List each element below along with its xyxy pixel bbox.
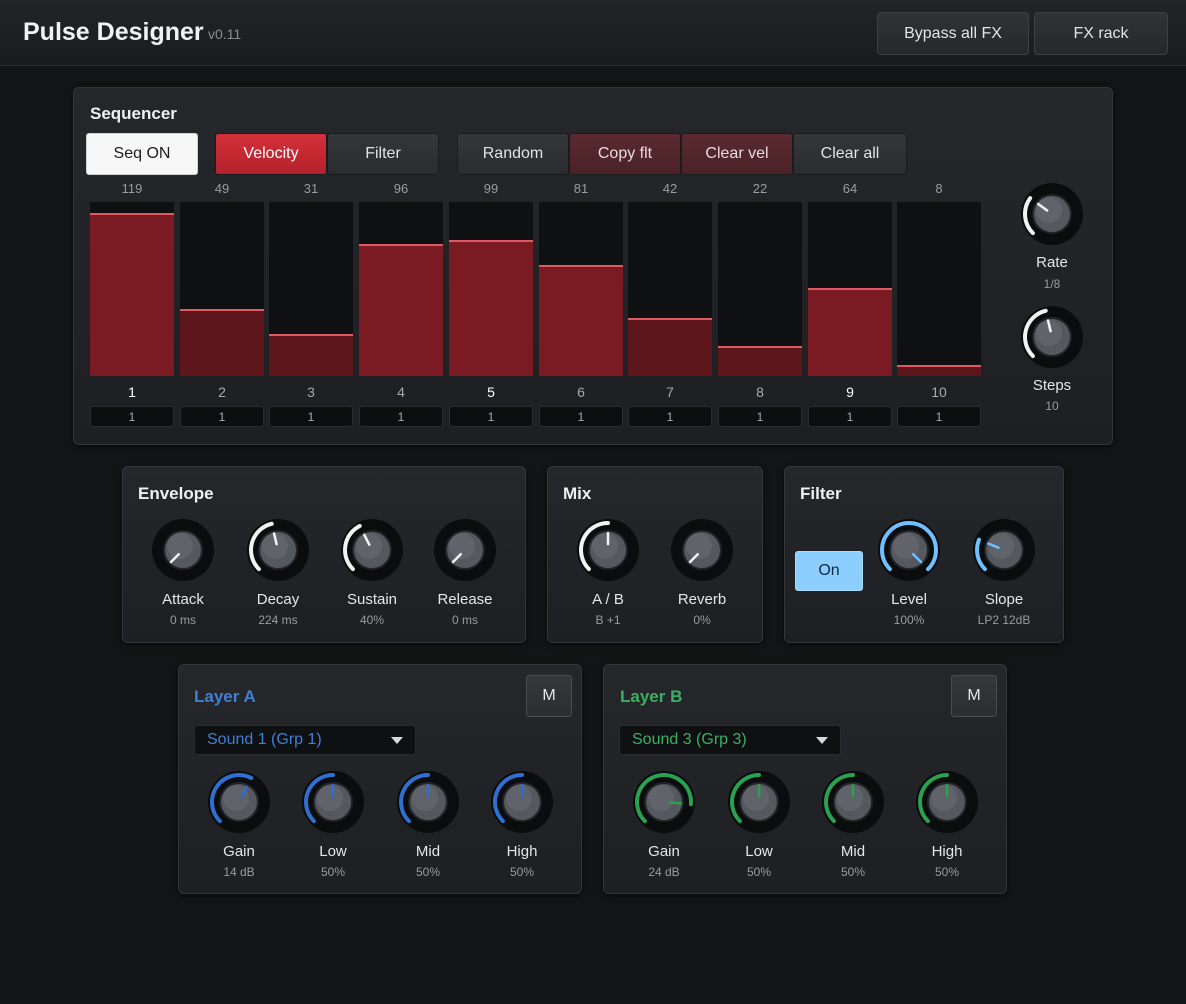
- layer-b-high-value: 50%: [934, 865, 960, 879]
- step-number: 9: [846, 384, 854, 400]
- layer-a-gain-knob[interactable]: [207, 770, 271, 834]
- envelope-attack-knob[interactable]: [151, 518, 215, 582]
- envelope-release-label: Release: [437, 591, 493, 608]
- step-value-label: 31: [303, 181, 319, 196]
- layer-b-sound-select[interactable]: Sound 3 (Grp 3): [619, 725, 841, 755]
- mix-reverb-knob[interactable]: [670, 518, 734, 582]
- step-number: 5: [487, 384, 495, 400]
- filter-level-knob[interactable]: [877, 518, 941, 582]
- rate-value: 1/8: [1043, 277, 1061, 291]
- step-value-label: 49: [214, 181, 230, 196]
- step-number: 4: [397, 384, 405, 400]
- filter-on-button[interactable]: On: [795, 551, 863, 591]
- step-number: 6: [577, 384, 585, 400]
- mix-reverb-label: Reverb: [677, 591, 727, 608]
- mix-reverb-value: 0%: [693, 613, 711, 627]
- copy-flt-button[interactable]: Copy flt: [569, 133, 681, 175]
- step-number: 3: [307, 384, 315, 400]
- step-number: 2: [218, 384, 226, 400]
- step-number: 8: [756, 384, 764, 400]
- sequencer-title: Sequencer: [90, 104, 177, 123]
- layer-b-low-knob[interactable]: [727, 770, 791, 834]
- step-value-label: 99: [483, 181, 499, 196]
- step-velocity-bar[interactable]: [180, 309, 264, 376]
- envelope-title: Envelope: [138, 484, 214, 503]
- app-title: Pulse Designer: [23, 18, 204, 46]
- rate-label: Rate: [1036, 254, 1068, 271]
- envelope-decay-knob[interactable]: [246, 518, 310, 582]
- random-button[interactable]: Random: [457, 133, 569, 175]
- step-velocity-bar[interactable]: [897, 365, 981, 376]
- step-velocity-bar[interactable]: [449, 240, 533, 376]
- step-field[interactable]: 1: [539, 406, 623, 427]
- steps-label: Steps: [1032, 377, 1072, 394]
- layer-a-high-knob[interactable]: [490, 770, 554, 834]
- step-value-label: 64: [842, 181, 858, 196]
- step-velocity-bar[interactable]: [359, 244, 443, 376]
- layer-a-mute-button[interactable]: M: [526, 675, 572, 717]
- envelope-sustain-knob[interactable]: [340, 518, 404, 582]
- clear-vel-button[interactable]: Clear vel: [681, 133, 793, 175]
- layer-a-sound-select[interactable]: Sound 1 (Grp 1): [194, 725, 416, 755]
- steps-knob[interactable]: [1020, 305, 1084, 369]
- layer-a-title: Layer A: [194, 687, 256, 706]
- mix-title: Mix: [563, 484, 592, 503]
- filter-slope-label: Slope: [984, 591, 1024, 608]
- step-field[interactable]: 1: [628, 406, 712, 427]
- step-slot[interactable]: [897, 202, 981, 376]
- step-velocity-bar[interactable]: [718, 346, 802, 376]
- step-number: 10: [931, 384, 947, 400]
- layer-a-high-value: 50%: [509, 865, 535, 879]
- layer-b-gain-knob[interactable]: [632, 770, 696, 834]
- step-value-label: 96: [393, 181, 409, 196]
- step-value-label: 22: [752, 181, 768, 196]
- layer-b-mute-button[interactable]: M: [951, 675, 997, 717]
- envelope-release-value: 0 ms: [451, 613, 478, 627]
- step-value-label: 119: [121, 181, 143, 196]
- layer-a-mid-knob[interactable]: [396, 770, 460, 834]
- layer-a-low-knob[interactable]: [301, 770, 365, 834]
- seq-on-button[interactable]: Seq ON: [86, 133, 198, 175]
- step-value-label: 42: [662, 181, 678, 196]
- velocity-tab[interactable]: Velocity: [215, 133, 327, 175]
- step-velocity-bar[interactable]: [269, 334, 353, 376]
- app-version: v0.11: [208, 26, 242, 42]
- step-velocity-bar[interactable]: [90, 213, 174, 376]
- mix-a-b-knob[interactable]: [576, 518, 640, 582]
- step-field[interactable]: 1: [718, 406, 802, 427]
- envelope-release-knob[interactable]: [433, 518, 497, 582]
- layer-a-sound-value: Sound 1 (Grp 1): [207, 731, 322, 748]
- layer-b-mid-knob[interactable]: [821, 770, 885, 834]
- step-value-label: 8: [935, 181, 943, 196]
- bypass-all-fx-button[interactable]: Bypass all FX: [877, 12, 1029, 55]
- step-velocity-bar[interactable]: [628, 318, 712, 376]
- layer-b-sound-value: Sound 3 (Grp 3): [632, 731, 747, 748]
- step-velocity-bar[interactable]: [808, 288, 892, 376]
- clear-all-button[interactable]: Clear all: [793, 133, 907, 175]
- fx-rack-button[interactable]: FX rack: [1034, 12, 1168, 55]
- filter-slope-value: LP2 12dB: [977, 613, 1031, 627]
- chevron-down-icon: [816, 737, 828, 744]
- step-field[interactable]: 1: [897, 406, 981, 427]
- step-field[interactable]: 1: [90, 406, 174, 427]
- rate-knob[interactable]: [1020, 182, 1084, 246]
- layer-b-high-knob[interactable]: [915, 770, 979, 834]
- filter-slope-knob[interactable]: [972, 518, 1036, 582]
- filter-tab[interactable]: Filter: [327, 133, 439, 175]
- steps-value: 10: [1045, 399, 1059, 413]
- step-number: 7: [666, 384, 674, 400]
- step-velocity-bar[interactable]: [539, 265, 623, 376]
- step-field[interactable]: 1: [359, 406, 443, 427]
- step-field[interactable]: 1: [449, 406, 533, 427]
- filter-title: Filter: [800, 484, 842, 503]
- layer-b-title: Layer B: [620, 687, 683, 706]
- step-number: 1: [128, 384, 136, 400]
- step-field[interactable]: 1: [180, 406, 264, 427]
- chevron-down-icon: [391, 737, 403, 744]
- step-field[interactable]: 1: [808, 406, 892, 427]
- layer-a-high-label: High: [506, 843, 538, 860]
- layer-b-high-label: High: [931, 843, 963, 860]
- step-value-label: 81: [573, 181, 589, 196]
- step-field[interactable]: 1: [269, 406, 353, 427]
